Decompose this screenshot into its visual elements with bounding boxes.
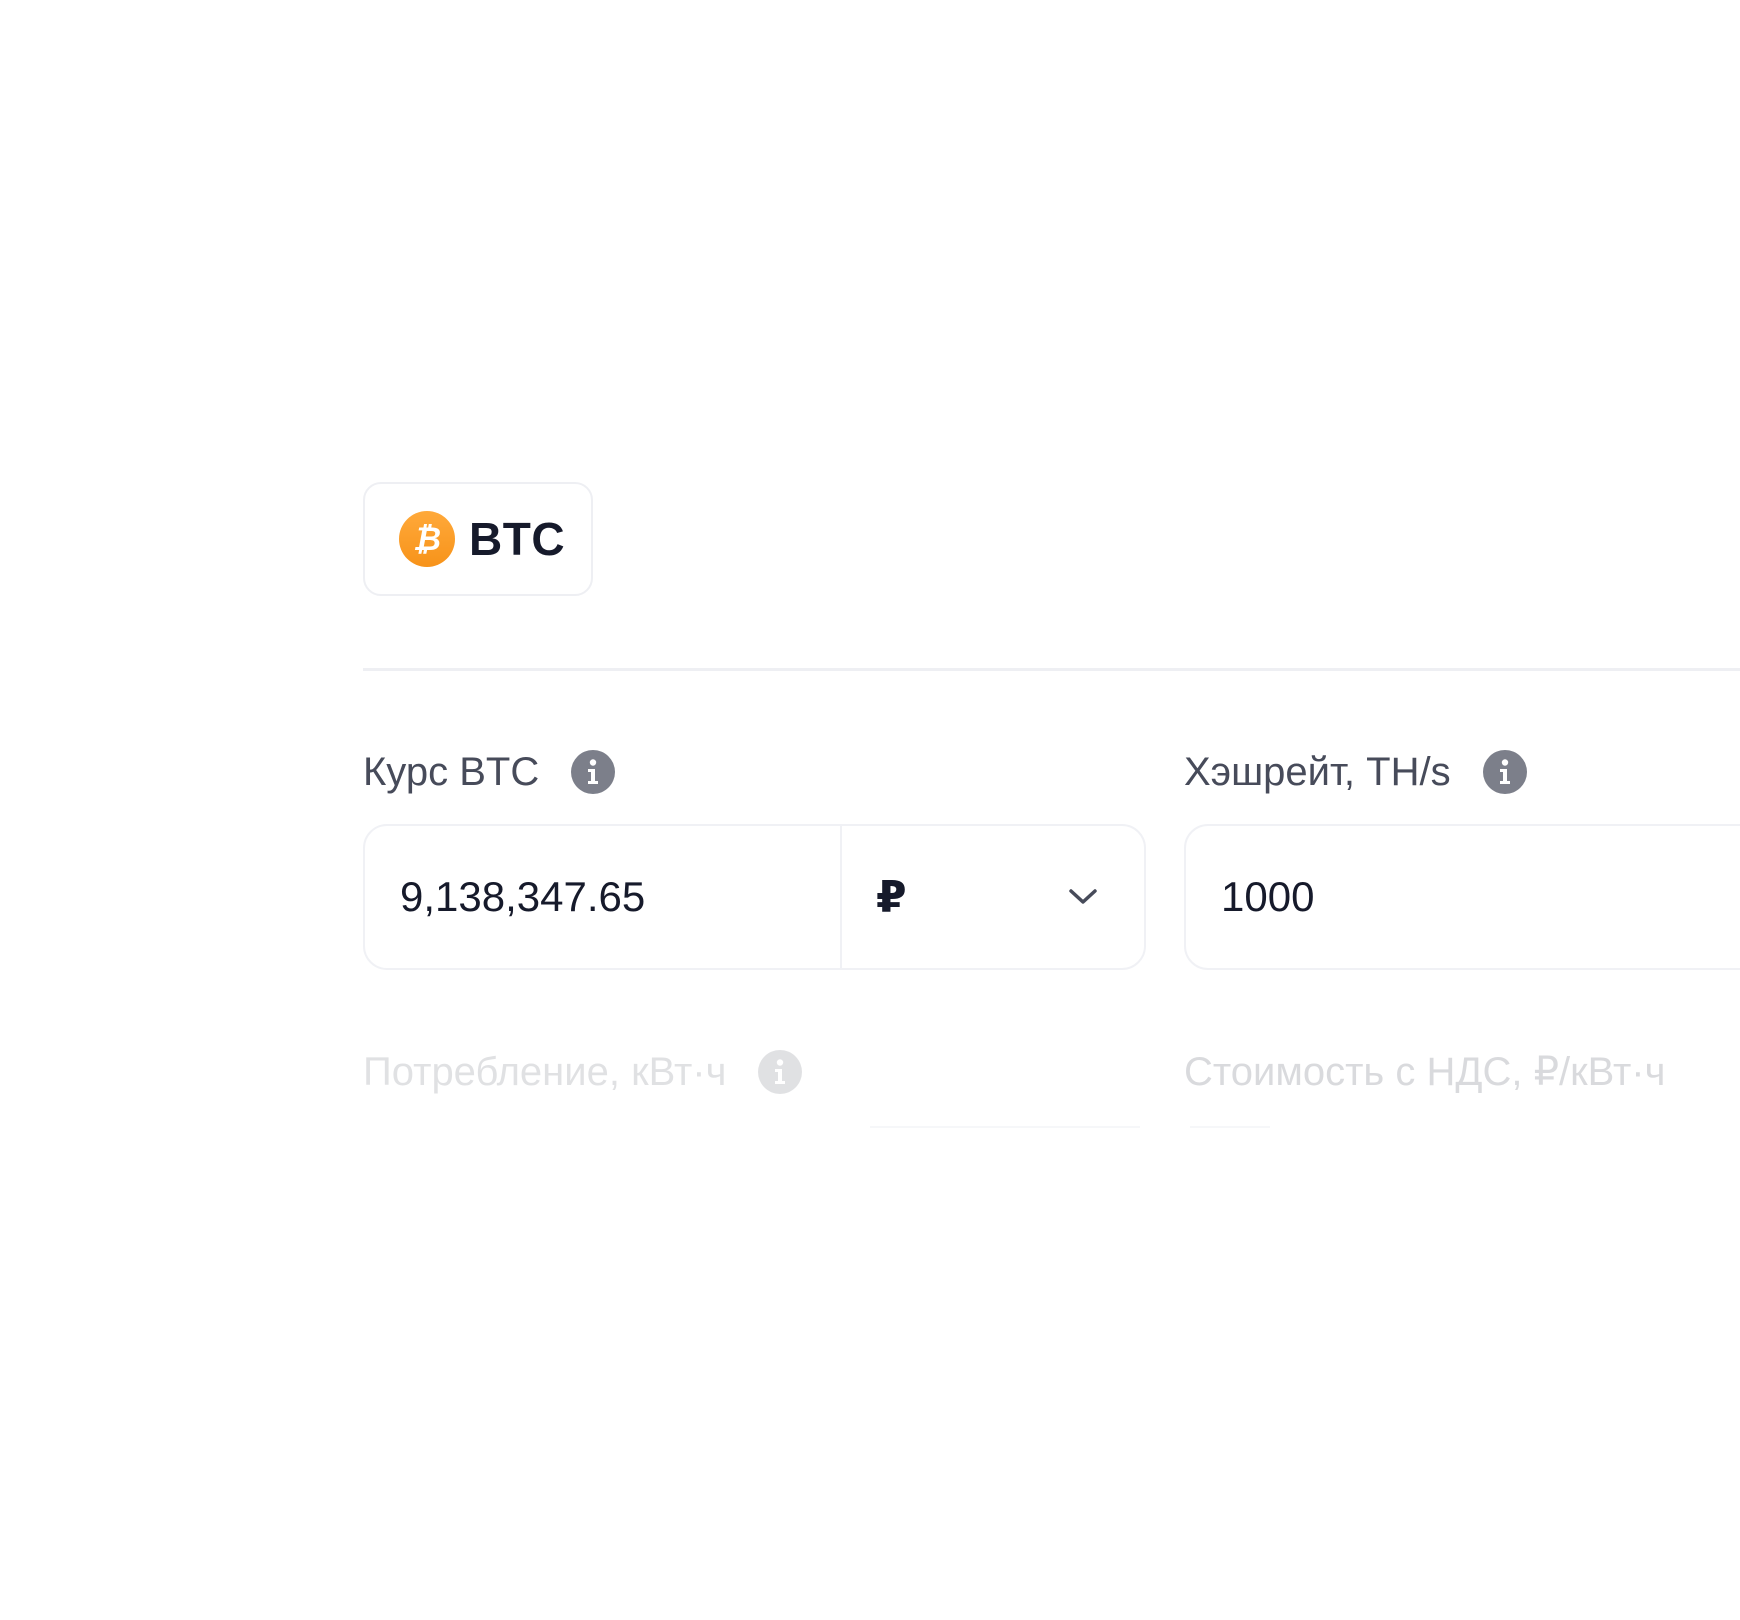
info-icon[interactable]	[758, 1050, 803, 1094]
currency-select[interactable]: ₽	[842, 826, 1144, 968]
rate-label: Курс BTC	[363, 747, 616, 797]
chevron-down-icon	[1069, 889, 1097, 904]
consumption-label: Потребление, кВт·ч	[363, 1047, 803, 1097]
consumption-label-text: Потребление, кВт·ч	[363, 1049, 727, 1094]
section-divider	[363, 668, 1740, 671]
rate-label-text: Курс BTC	[363, 749, 540, 794]
cost-label: Стоимость с НДС, ₽/кВт·ч	[1184, 1047, 1665, 1097]
rate-input[interactable]: 9,138,347.65	[365, 826, 842, 968]
info-icon[interactable]	[1482, 750, 1527, 794]
currency-value: ₽	[876, 872, 907, 922]
info-icon[interactable]	[571, 750, 616, 794]
bitcoin-icon: ₿	[399, 511, 455, 567]
faded-field-edge	[1190, 1126, 1270, 1128]
svg-text:₿: ₿	[413, 520, 441, 558]
hashrate-label-text: Хэшрейт, TH/s	[1184, 749, 1451, 794]
hashrate-input[interactable]: 1000	[1184, 824, 1740, 970]
rate-input-group: 9,138,347.65 ₽	[363, 824, 1146, 970]
coin-tab-btc[interactable]: ₿ BTC	[363, 482, 593, 596]
hashrate-label: Хэшрейт, TH/s	[1184, 747, 1527, 797]
faded-field-edge	[870, 1126, 1140, 1128]
cost-label-text: Стоимость с НДС, ₽/кВт·ч	[1184, 1050, 1666, 1094]
coin-tab-label: BTC	[469, 513, 566, 565]
